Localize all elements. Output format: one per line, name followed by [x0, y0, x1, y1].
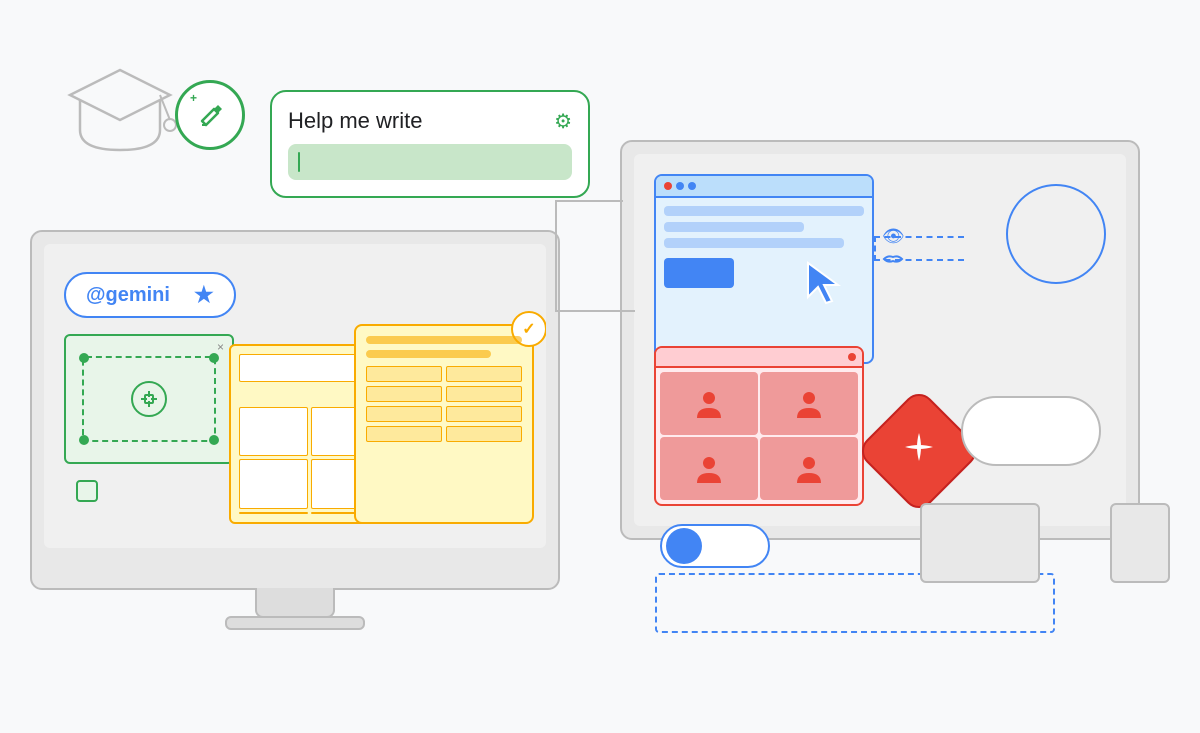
lips-icon	[882, 252, 904, 268]
yellow-cell-5	[239, 512, 308, 514]
corner-handle-bl	[79, 435, 89, 445]
browser-content-line-2	[664, 238, 844, 248]
small-device-tablet	[920, 503, 1040, 583]
main-scene: @gemini ★ ×	[0, 0, 1200, 733]
yellow-row-cell-3b	[446, 406, 522, 422]
browser-title-bar	[656, 176, 872, 198]
video-cell-3	[660, 437, 758, 500]
dashed-line-vertical	[874, 236, 876, 261]
eye-icon: 👁	[882, 226, 905, 247]
yellow-cell-3	[239, 459, 308, 509]
yellow-cell-1	[239, 407, 308, 457]
yellow-row-cell-4b	[446, 426, 522, 442]
connector-line-h	[555, 310, 635, 312]
yellow-row-cell-1a	[366, 366, 442, 382]
face-outline-circle	[1006, 184, 1106, 284]
right-monitor: 👁	[620, 140, 1140, 540]
gemini-pill[interactable]: @gemini ★	[64, 272, 236, 318]
small-device-phone	[1110, 503, 1170, 583]
browser-dot-2	[688, 182, 696, 190]
toggle-knob	[666, 528, 702, 564]
gemini-at-label: @gemini	[86, 284, 170, 307]
toggle-switch[interactable]	[660, 524, 770, 568]
yellow-row-cell-3a	[366, 406, 442, 422]
monitor-base	[225, 616, 365, 630]
gemini-diamond-icon	[901, 429, 937, 473]
yellow-line-1	[366, 336, 522, 344]
video-cell-4	[760, 437, 858, 500]
left-monitor-screen: @gemini ★ ×	[44, 244, 546, 548]
screenshot-crosshair-icon	[131, 381, 167, 417]
browser-close-button[interactable]	[664, 182, 672, 190]
video-cell-1	[660, 372, 758, 435]
gear-icon[interactable]: ⚙	[554, 109, 572, 134]
yellow-row-cell-1b	[446, 366, 522, 382]
browser-dot-1	[676, 182, 684, 190]
gemini-star-icon: ★	[194, 282, 214, 308]
left-monitor: @gemini ★ ×	[30, 230, 560, 590]
yellow-row-cell-2b	[446, 386, 522, 402]
cursor-pointer	[804, 259, 844, 314]
browser-blue-button[interactable]	[664, 258, 734, 288]
right-monitor-screen: 👁	[634, 154, 1126, 526]
gemini-diamond-badge	[855, 387, 982, 514]
green-widget-close-icon[interactable]: ×	[217, 340, 224, 354]
corner-handle-br	[209, 435, 219, 445]
green-widget-inner	[82, 356, 216, 442]
yellow-data-rows	[366, 366, 522, 442]
corner-handle-tl	[79, 353, 89, 363]
speech-bubble	[961, 396, 1101, 466]
help-write-input-field[interactable]	[288, 144, 572, 180]
video-title-bar	[656, 348, 862, 368]
graduation-cap	[60, 60, 180, 175]
green-bottom-square-icon	[76, 480, 98, 502]
help-write-title-row: Help me write ⚙	[288, 108, 572, 134]
help-me-write-panel[interactable]: Help me write ⚙	[270, 90, 590, 198]
green-screenshot-widget: ×	[64, 334, 234, 464]
help-write-title-text: Help me write	[288, 108, 422, 134]
yellow-row-cell-2a	[366, 386, 442, 402]
corner-handle-tr	[209, 353, 219, 363]
yellow-line-2	[366, 350, 491, 358]
connector-line-v	[555, 200, 557, 312]
video-call-grid	[654, 346, 864, 506]
video-close-button[interactable]	[848, 353, 856, 361]
video-cells	[656, 368, 862, 504]
browser-address-bar	[664, 206, 864, 216]
text-cursor	[298, 152, 300, 172]
yellow-card-overlay: ✓	[354, 324, 534, 524]
browser-content-line-1	[664, 222, 804, 232]
monitor-stand	[255, 588, 335, 618]
green-pencil-button[interactable]: +	[175, 80, 245, 150]
yellow-row-cell-4a	[366, 426, 442, 442]
connector-line-h2	[555, 200, 623, 202]
plus-icon: +	[190, 91, 197, 105]
video-cell-2	[760, 372, 858, 435]
